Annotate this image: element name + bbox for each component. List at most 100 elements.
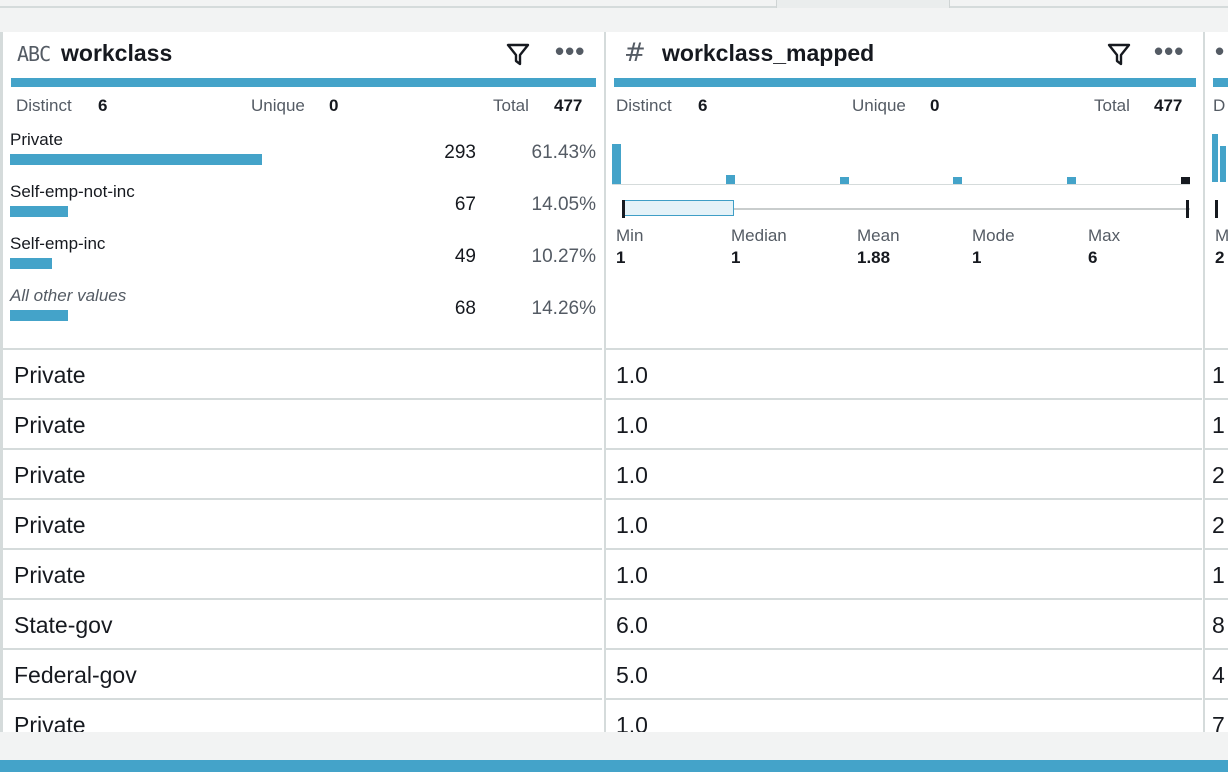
cell-value: Private (14, 512, 86, 538)
filter-icon[interactable] (1106, 41, 1132, 67)
column-accent-bar (11, 78, 596, 87)
column-accent-bar (614, 78, 1196, 87)
table-cell[interactable]: 1.0 (606, 498, 1202, 548)
filter-icon[interactable] (505, 41, 531, 67)
value-count-row[interactable]: Self-emp-not-inc 67 14.05% (10, 182, 596, 234)
table-cell[interactable]: Private (3, 698, 602, 732)
value-count-bar (10, 154, 262, 165)
cell-value: Private (14, 412, 86, 438)
more-options-icon[interactable]: • (1215, 36, 1225, 67)
box-plot (622, 200, 1190, 218)
table-cell[interactable]: 2 (1205, 498, 1228, 548)
cell-value: 1 (1212, 562, 1225, 588)
box-plot-min-tick (622, 200, 625, 218)
summary-value: 1 (616, 248, 626, 267)
table-cell[interactable]: Private (3, 398, 602, 448)
value-percent: 10.27% (531, 246, 596, 267)
value-label: Private (10, 130, 63, 149)
top-divider (0, 6, 1228, 8)
value-count-row[interactable]: Self-emp-inc 49 10.27% (10, 234, 596, 286)
table-cell[interactable]: 4 (1205, 648, 1228, 698)
table-cell[interactable]: 1.0 (606, 448, 1202, 498)
cell-value: Private (14, 462, 86, 488)
top-tab[interactable] (776, 0, 950, 8)
more-options-icon[interactable]: ••• (1154, 36, 1184, 67)
value-count-row-other[interactable]: All other values 68 14.26% (10, 286, 596, 338)
top-tab-bar (0, 0, 1228, 32)
cell-value: 8 (1212, 612, 1225, 638)
summary-value: 6 (1088, 248, 1098, 267)
histogram-bar (1212, 134, 1218, 182)
value-percent: 14.26% (531, 298, 596, 319)
table-cell[interactable]: 1 (1205, 348, 1228, 398)
cell-value: 1.0 (616, 462, 648, 488)
more-options-icon[interactable]: ••• (555, 36, 585, 67)
table-cell[interactable]: Private (3, 498, 602, 548)
table-cell[interactable]: 2 (1205, 448, 1228, 498)
horizontal-scrollbar[interactable] (0, 732, 1228, 772)
cell-value: State-gov (14, 612, 113, 638)
table-cell[interactable]: Federal-gov (3, 648, 602, 698)
cell-value: 1 (1212, 412, 1225, 438)
table-cell[interactable]: 1 (1205, 548, 1228, 598)
unique-label: Unique (251, 96, 305, 115)
cell-value: Federal-gov (14, 662, 137, 688)
value-count: 68 (454, 298, 476, 319)
summary-label: Mode (972, 226, 1015, 245)
histogram-bar (1181, 177, 1190, 184)
summary-min: Min 1 (616, 226, 643, 268)
scrollbar-thumb[interactable] (0, 760, 1228, 772)
table-cell[interactable]: 6.0 (606, 598, 1202, 648)
value-label: Self-emp-not-inc (10, 182, 135, 201)
table-cell[interactable]: 1 (1205, 398, 1228, 448)
summary-max: Max 6 (1088, 226, 1120, 268)
table-cell[interactable]: 5.0 (606, 648, 1202, 698)
summary-label: Median (731, 226, 787, 245)
table-cell[interactable]: 8 (1205, 598, 1228, 648)
summary-mean: Mean 1.88 (857, 226, 900, 268)
histogram-baseline (612, 184, 1190, 185)
histogram-bar (612, 144, 621, 184)
value-count: 67 (454, 194, 476, 215)
cell-value: Private (14, 362, 86, 388)
unique-value: 0 (930, 96, 940, 115)
cell-value: 4 (1212, 662, 1225, 688)
total-label: Total (1094, 96, 1130, 115)
cell-value: 1.0 (616, 712, 648, 732)
column-header[interactable]: # workclass_mapped ••• (606, 32, 1202, 80)
column-header[interactable]: ABC workclass ••• (3, 32, 602, 80)
cell-value: 1.0 (616, 562, 648, 588)
table-cell[interactable]: Private (3, 448, 602, 498)
column-stats: Distinct 6 Unique 0 Total 477 (3, 96, 602, 122)
summary-label: Min (616, 226, 644, 245)
value-histogram[interactable] (612, 132, 1190, 185)
histogram-bar (1067, 177, 1076, 184)
column-stats: D (1205, 96, 1228, 122)
column-workclass: ABC workclass ••• Distinct 6 Unique 0 To… (0, 32, 602, 732)
distinct-label: Distinct (616, 96, 672, 115)
table-cell[interactable]: 1.0 (606, 548, 1202, 598)
table-cell[interactable]: 7 (1205, 698, 1228, 732)
cell-value: 6.0 (616, 612, 648, 638)
value-percent: 61.43% (531, 142, 596, 163)
histogram-bar (726, 175, 735, 184)
value-count: 49 (454, 246, 476, 267)
table-cell[interactable]: Private (3, 548, 602, 598)
table-cell[interactable]: Private (3, 348, 602, 398)
value-count-row[interactable]: Private 293 61.43% (10, 130, 596, 182)
summary-value: 1.88 (857, 248, 891, 267)
distinct-value: 6 (98, 96, 108, 115)
table-cell[interactable]: 1.0 (606, 398, 1202, 448)
value-count-bar (10, 206, 68, 217)
summary-label: M (1215, 226, 1228, 245)
column-header[interactable]: • (1205, 32, 1228, 80)
table-cell[interactable]: State-gov (3, 598, 602, 648)
table-cell[interactable]: 1.0 (606, 348, 1202, 398)
total-label: Total (493, 96, 529, 115)
summary-label: Mean (857, 226, 900, 245)
column-name: workclass_mapped (662, 40, 875, 66)
table-cell[interactable]: 1.0 (606, 698, 1202, 732)
cell-value: 1.0 (616, 512, 648, 538)
cell-value: Private (14, 562, 86, 588)
cell-value: Private (14, 712, 86, 732)
